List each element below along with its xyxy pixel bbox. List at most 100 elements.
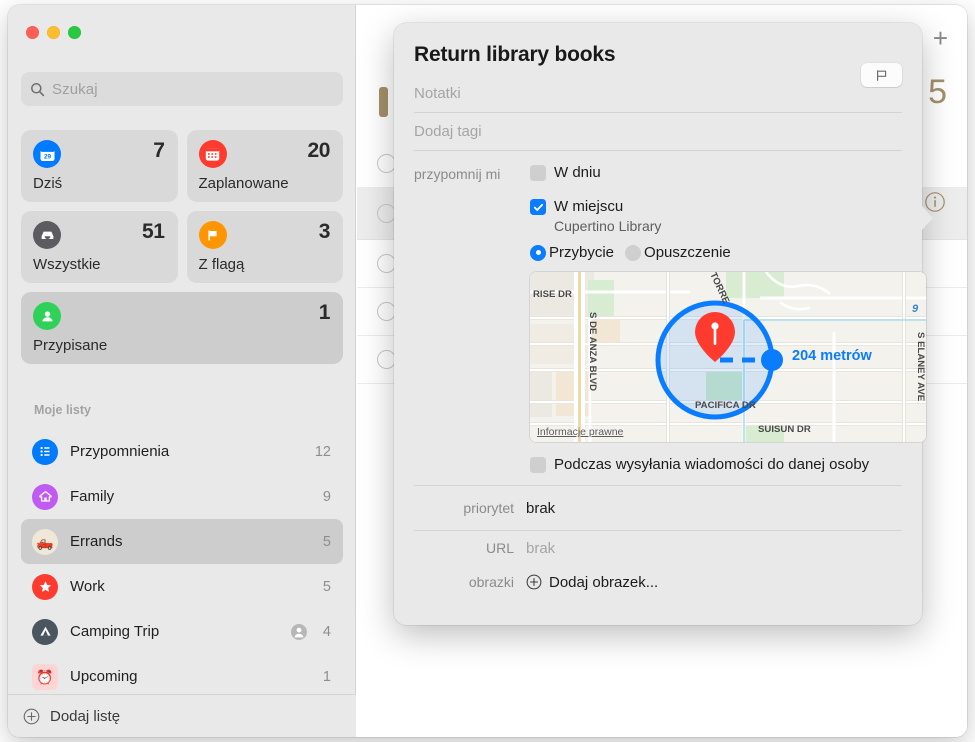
smart-list-count: 51 <box>141 220 165 243</box>
url-label: URL <box>485 540 514 556</box>
svg-text:S DE ANZA BLVD: S DE ANZA BLVD <box>587 312 598 391</box>
reminders-window: + 5 Szukaj 29 7 Dziś 20 Zaplanowane 51 W… <box>8 5 967 737</box>
smart-list-today[interactable]: 29 7 Dziś <box>21 130 178 202</box>
remind-at-location-row: W miejscu Cupertino Library Przybycie Op… <box>414 198 926 485</box>
calendar-day-icon: 29 <box>33 140 61 168</box>
minimize-button[interactable] <box>47 26 60 39</box>
svg-text:SUISUN DR: SUISUN DR <box>758 424 811 435</box>
at-location-label: W miejscu <box>554 198 624 215</box>
search-field[interactable]: Szukaj <box>21 72 343 106</box>
smart-list-label: Dziś <box>33 175 63 192</box>
priority-value[interactable]: brak <box>526 500 555 517</box>
remind-me-label: przypomnij mi <box>414 166 501 182</box>
sidebar-item-label: Upcoming <box>70 668 138 685</box>
sidebar-item-label: Family <box>70 488 115 505</box>
radio-leaving[interactable]: Opuszczenie <box>625 244 731 261</box>
plus-circle-icon <box>526 574 542 590</box>
sidebar-item-label: Camping Trip <box>70 623 160 640</box>
shared-list-icon <box>291 623 307 640</box>
sidebar-item-label: Przypomnienia <box>70 443 170 460</box>
sidebar-item-label: Work <box>70 578 105 595</box>
sidebar-item-errands[interactable]: 🛻 Errands 5 <box>21 519 343 564</box>
radio-arriving-dot[interactable] <box>530 244 546 261</box>
svg-text:S ELANEY AVE: S ELANEY AVE <box>915 332 926 402</box>
alarm-clock-emoji: ⏰ <box>32 663 58 690</box>
page-title: Return library books <box>414 43 616 66</box>
location-value[interactable]: Cupertino Library <box>554 218 926 234</box>
add-reminder-button[interactable]: + <box>933 25 948 51</box>
add-list-label: Dodaj listę <box>50 707 121 725</box>
sidebar-item-camping-trip[interactable]: Camping Trip 4 <box>21 609 343 654</box>
url-value[interactable]: brak <box>526 540 555 557</box>
app-root: + 5 Szukaj 29 7 Dziś 20 Zaplanowane 51 W… <box>0 0 975 742</box>
radio-arriving[interactable]: Przybycie <box>530 244 614 261</box>
add-list-button[interactable]: Dodaj listę <box>8 694 356 737</box>
at-location-checkbox[interactable] <box>530 199 546 215</box>
when-messaging-checkbox[interactable] <box>530 457 546 473</box>
house-icon <box>32 483 58 510</box>
smart-list-label: Zaplanowane <box>198 175 289 192</box>
bulleted-list-icon <box>32 438 58 465</box>
images-label: obrazki <box>468 574 514 590</box>
smart-list-count: 3 <box>318 220 331 243</box>
on-day-label: W dniu <box>554 164 601 181</box>
sidebar-item-family[interactable]: Family 9 <box>21 474 343 519</box>
reminder-details-popover: Return library books Notatki Dodaj tagi … <box>394 23 933 625</box>
star-icon <box>32 573 58 600</box>
sidebar-item-count: 1 <box>322 668 331 685</box>
map-legal-link[interactable]: Informacje prawne <box>537 426 623 438</box>
smart-list-flagged[interactable]: 3 Z flagą <box>186 211 343 283</box>
search-input[interactable]: Szukaj <box>52 81 98 98</box>
geofence-distance-label: 204 metrów <box>792 348 872 364</box>
inbox-tray-icon <box>33 221 61 249</box>
smart-list-all[interactable]: 51 Wszystkie <box>21 211 178 283</box>
smart-list-scheduled[interactable]: 20 Zaplanowane <box>186 130 343 202</box>
location-map[interactable]: RISE DR PACIFICA DR SUISUN DR S DE ANZA … <box>530 272 926 442</box>
smart-list-assigned[interactable]: 1 Przypisane <box>21 292 343 364</box>
sidebar-item-work[interactable]: Work 5 <box>21 564 343 609</box>
close-button[interactable] <box>26 26 39 39</box>
smart-list-count: 20 <box>307 139 330 162</box>
when-messaging-row: Podczas wysyłania wiadomości do danej os… <box>530 456 926 485</box>
images-row[interactable]: obrazki Dodaj obrazek... <box>414 565 902 599</box>
list-title-accent-bar <box>379 87 388 117</box>
smart-list-label: Przypisane <box>33 337 108 354</box>
svg-text:29: 29 <box>43 153 51 160</box>
sidebar-item-count: 5 <box>322 578 331 595</box>
sidebar-item-przypomnienia[interactable]: Przypomnienia 12 <box>21 429 343 474</box>
tags-input[interactable]: Dodaj tagi <box>414 123 482 140</box>
calendar-icon <box>198 140 227 168</box>
sidebar-item-upcoming[interactable]: ⏰ Upcoming 1 <box>21 654 343 699</box>
smart-lists-grid: 29 7 Dziś 20 Zaplanowane 51 Wszystkie 3 … <box>21 130 343 364</box>
location-trigger-radios: Przybycie Opuszczenie <box>530 244 926 261</box>
sidebar-item-count: 12 <box>314 443 331 460</box>
radio-arriving-label: Przybycie <box>549 244 615 261</box>
sidebar: Szukaj 29 7 Dziś 20 Zaplanowane 51 Wszys… <box>8 5 356 737</box>
search-icon <box>30 82 45 97</box>
on-day-checkbox[interactable] <box>530 165 546 181</box>
tags-field[interactable]: Dodaj tagi <box>414 113 902 151</box>
zoom-button[interactable] <box>68 26 81 39</box>
smart-list-label: Wszystkie <box>33 256 101 273</box>
radio-leaving-dot[interactable] <box>625 244 642 261</box>
sidebar-item-count: 4 <box>322 623 331 640</box>
sidebar-item-count: 5 <box>322 533 331 550</box>
flag-outline-icon <box>876 69 887 81</box>
smart-list-count: 1 <box>318 301 331 324</box>
priority-label: priorytet <box>463 500 514 516</box>
checkmark-icon <box>533 203 543 211</box>
flag-button[interactable] <box>861 63 902 87</box>
person-icon <box>33 302 61 330</box>
svg-text:PACIFICA DR: PACIFICA DR <box>695 400 756 411</box>
url-row[interactable]: URL brak <box>414 531 902 565</box>
notes-input[interactable]: Notatki <box>414 85 461 102</box>
notes-field[interactable]: Notatki <box>414 75 902 113</box>
priority-row[interactable]: priorytet brak <box>414 486 902 530</box>
sidebar-item-label: Errands <box>70 533 123 550</box>
add-image-label: Dodaj obrazek... <box>549 573 659 591</box>
add-image-button[interactable]: Dodaj obrazek... <box>526 574 658 591</box>
list-count: 5 <box>928 73 947 111</box>
radio-leaving-label: Opuszczenie <box>644 244 731 261</box>
plus-circle-icon <box>23 708 40 725</box>
